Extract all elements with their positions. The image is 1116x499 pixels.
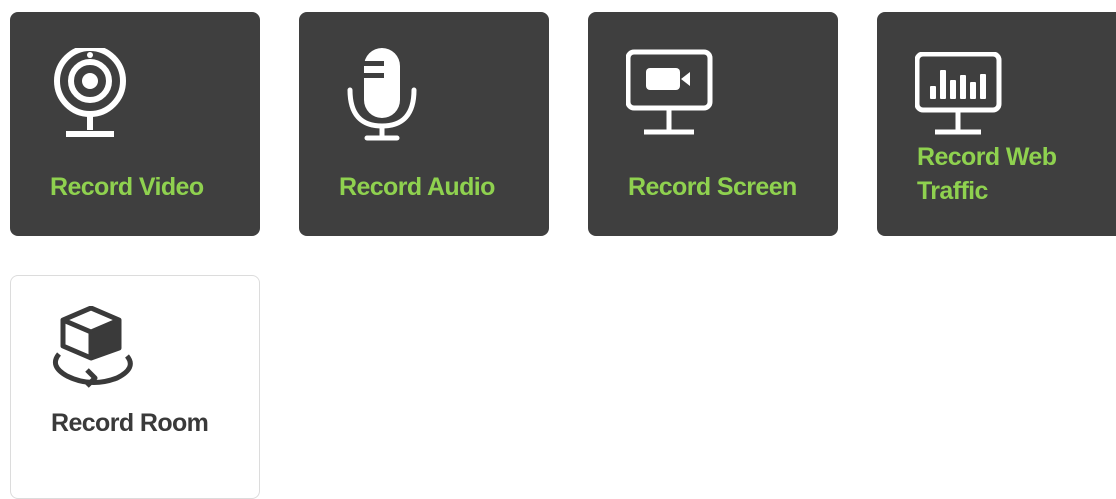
record-screen-tile[interactable]: Record Screen [588,12,838,236]
record-room-tile[interactable]: Record Room [10,275,260,499]
record-web-traffic-tile[interactable]: Record Web Traffic [877,12,1116,236]
record-audio-label: Record Audio [339,173,495,201]
room-cube-icon [52,306,133,388]
record-video-tile[interactable]: Record Video [10,12,260,236]
record-video-label: Record Video [50,173,204,201]
record-room-label: Record Room [51,409,209,437]
screen-recorder-icon [626,49,713,135]
web-traffic-icon [915,52,1002,135]
microphone-icon [347,48,417,141]
record-screen-label: Record Screen [628,173,797,201]
record-web-traffic-label: Record Web Traffic [917,143,1057,205]
record-audio-tile[interactable]: Record Audio [299,12,549,236]
webcam-icon [54,48,126,137]
